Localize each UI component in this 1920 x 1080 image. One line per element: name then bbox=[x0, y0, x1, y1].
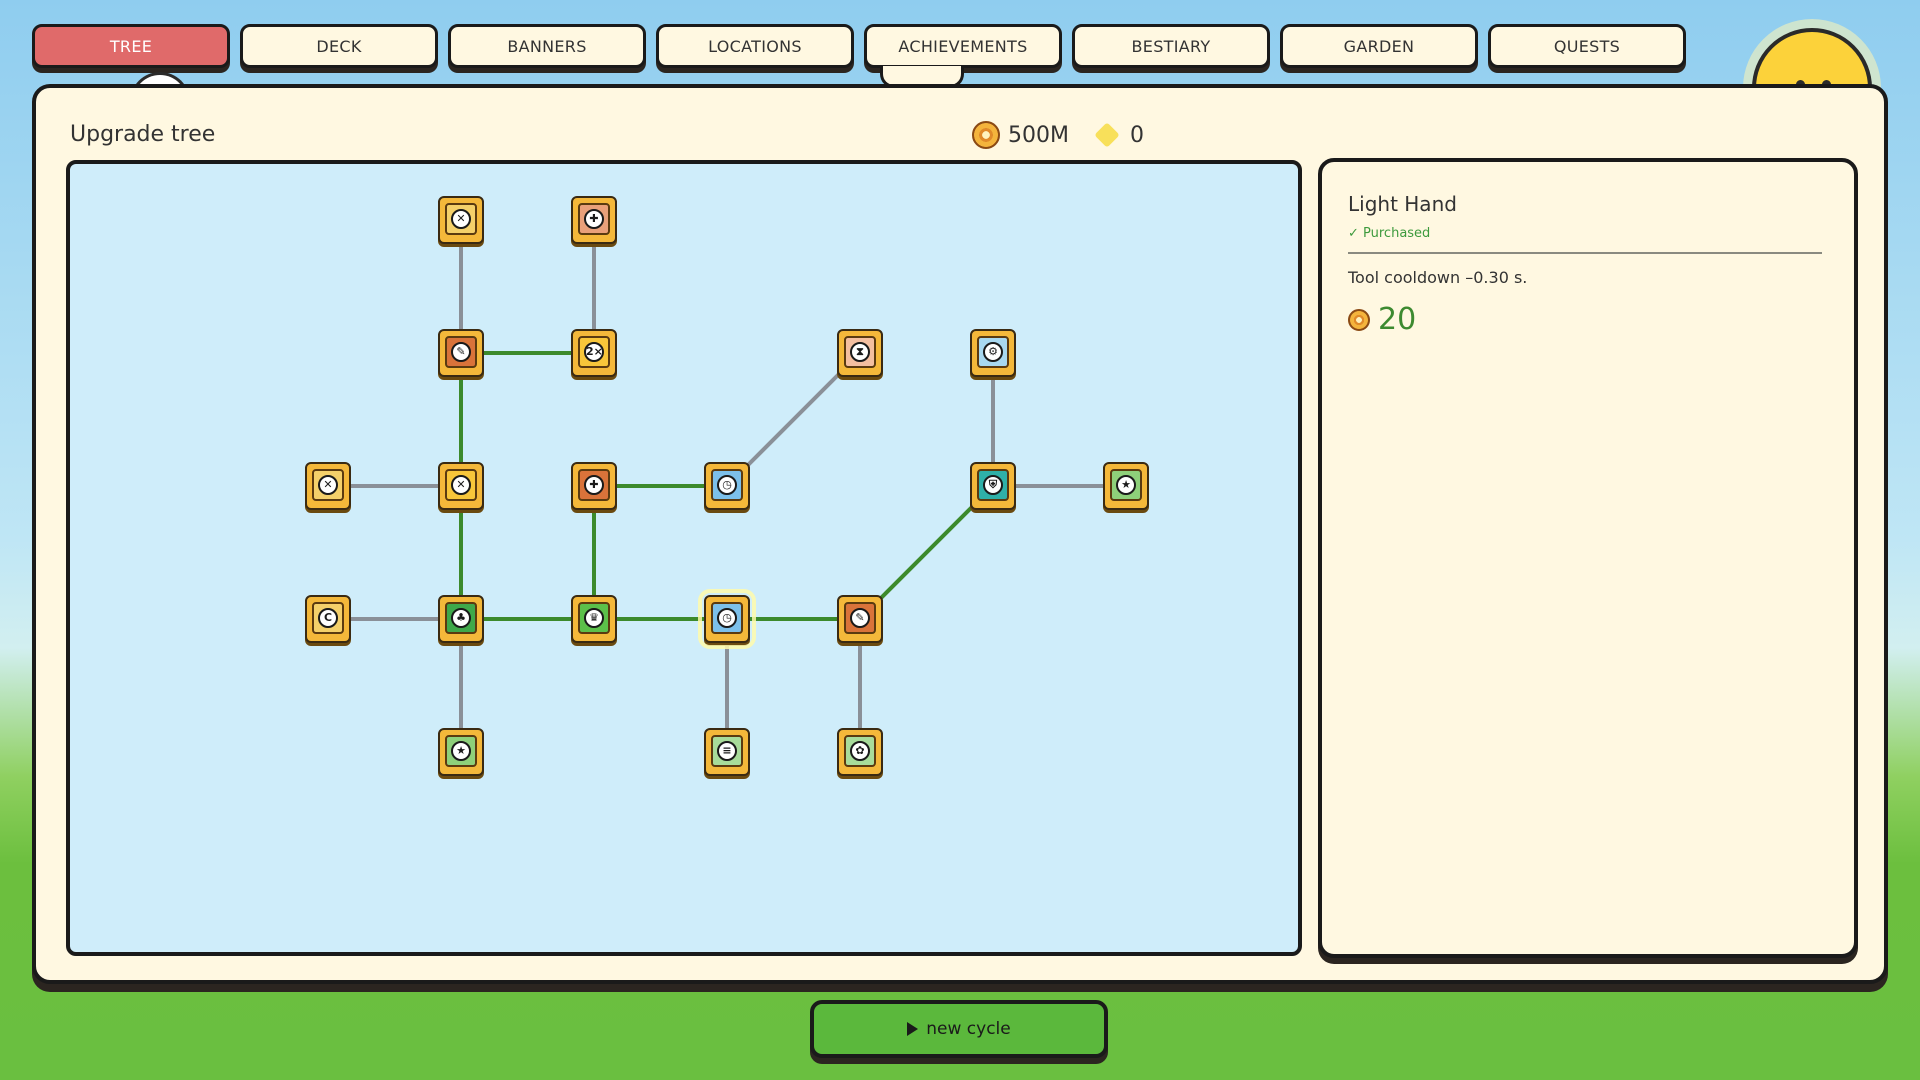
upgrade-node-b2[interactable]: 2× bbox=[571, 329, 617, 377]
pen-icon: ✎ bbox=[451, 342, 471, 362]
coin-icon bbox=[972, 121, 1000, 149]
upgrade-node-d4[interactable]: ◷ bbox=[698, 589, 756, 649]
upgrade-node-face: ⧗ bbox=[844, 336, 876, 368]
page-title: Upgrade tree bbox=[70, 122, 216, 147]
upgrade-name: Light Hand bbox=[1348, 192, 1457, 216]
pen-icon: ✎ bbox=[850, 608, 870, 628]
tab-bestiary[interactable]: BESTIARY bbox=[1072, 24, 1270, 68]
upgrade-description: Tool cooldown –0.30 s. bbox=[1348, 268, 1528, 287]
upgrade-node-c5[interactable]: ⛨ bbox=[970, 462, 1016, 510]
tab-banners[interactable]: BANNERS bbox=[448, 24, 646, 68]
upgrade-node-face: ✎ bbox=[445, 336, 477, 368]
tree-icon: ♣ bbox=[451, 608, 471, 628]
tab-tree[interactable]: TREE bbox=[32, 24, 230, 68]
coin-icon: C bbox=[318, 608, 338, 628]
upgrade-node-face: ✚ bbox=[578, 469, 610, 501]
gamepad-icon: ✚ bbox=[584, 475, 604, 495]
upgrade-node-face: ♛ bbox=[578, 602, 610, 634]
upgrade-node-face: ⛨ bbox=[977, 469, 1009, 501]
upgrade-node-face: ✿ bbox=[844, 735, 876, 767]
upgrade-detail-panel: Light Hand ✓ Purchased Tool cooldown –0.… bbox=[1318, 158, 1858, 958]
divider bbox=[1348, 252, 1822, 254]
shield-icon: ⛨ bbox=[983, 475, 1003, 495]
coin-icon bbox=[1348, 308, 1370, 331]
upgrade-node-e2[interactable]: ≡ bbox=[704, 728, 750, 776]
upgrade-node-face: ≡ bbox=[711, 735, 743, 767]
star-icon: ★ bbox=[451, 741, 471, 761]
upgrade-node-d2[interactable]: ♣ bbox=[438, 595, 484, 643]
tab-locations[interactable]: LOCATIONS bbox=[656, 24, 854, 68]
upgrade-node-d3[interactable]: ♛ bbox=[571, 595, 617, 643]
upgrade-node-face: ✕ bbox=[445, 203, 477, 235]
upgrade-tree-canvas: ✕ ✚ ✎ 2× ⧗ ⚙ ✕ ✕ ✚ ◷ ⛨ ★ C ♣ ♛ ◷ ✎ ★ ≡ ✿ bbox=[66, 160, 1302, 956]
upgrade-node-face: ✎ bbox=[844, 602, 876, 634]
upgrade-node-b1[interactable]: ✎ bbox=[438, 329, 484, 377]
upgrade-node-b3[interactable]: ⧗ bbox=[837, 329, 883, 377]
gem-icon bbox=[1094, 122, 1120, 148]
upgrade-node-face: ⚙ bbox=[977, 336, 1009, 368]
upgrade-node-face: ✕ bbox=[312, 469, 344, 501]
coin-amount: 500M bbox=[1008, 122, 1069, 148]
sword-icon: ✕ bbox=[451, 475, 471, 495]
gear-icon: ⚙ bbox=[983, 342, 1003, 362]
upgrade-node-face: ✚ bbox=[578, 203, 610, 235]
upgrade-node-d5[interactable]: ✎ bbox=[837, 595, 883, 643]
upgrade-node-c2[interactable]: ✕ bbox=[438, 462, 484, 510]
bin-icon: ≡ bbox=[717, 741, 737, 761]
upgrade-node-face: ◷ bbox=[711, 469, 743, 501]
coin-counter: 500M bbox=[972, 118, 1069, 152]
upgrade-node-e1[interactable]: ★ bbox=[438, 728, 484, 776]
cross-icon: ✕ bbox=[318, 475, 338, 495]
hourglass-icon: ⧗ bbox=[850, 342, 870, 362]
upgrade-node-face: ✕ bbox=[445, 469, 477, 501]
tulip-icon: ✿ bbox=[850, 741, 870, 761]
upgrade-node-face: ★ bbox=[445, 735, 477, 767]
clock-icon: ◷ bbox=[717, 608, 737, 628]
tree-links bbox=[328, 220, 1126, 752]
upgrade-node-c1[interactable]: ✕ bbox=[305, 462, 351, 510]
upgrade-node-a1[interactable]: ✕ bbox=[438, 196, 484, 244]
upgrade-node-c6[interactable]: ★ bbox=[1103, 462, 1149, 510]
tab-achievements[interactable]: ACHIEVEMENTS bbox=[864, 24, 1062, 68]
sword-icon: ✕ bbox=[451, 209, 471, 229]
tab-quests[interactable]: QUESTS bbox=[1488, 24, 1686, 68]
crown-icon: ♛ bbox=[584, 608, 604, 628]
upgrade-node-face: 2× bbox=[578, 336, 610, 368]
upgrade-node-face: C bbox=[312, 602, 344, 634]
new-cycle-button[interactable]: new cycle bbox=[810, 1000, 1108, 1058]
upgrade-node-a2[interactable]: ✚ bbox=[571, 196, 617, 244]
tab-deck[interactable]: DECK bbox=[240, 24, 438, 68]
upgrade-node-b4[interactable]: ⚙ bbox=[970, 329, 1016, 377]
purchase-status: ✓ Purchased bbox=[1348, 226, 1431, 241]
clock-icon: ◷ bbox=[717, 475, 737, 495]
play-icon bbox=[907, 1022, 919, 1036]
main-panel: Upgrade tree 500M 0 ✕ ✚ ✎ 2× ⧗ ⚙ ✕ ✕ ✚ ◷ ⛨ ★ C ♣ ♛ ◷ ✎ ★ ≡… bbox=[32, 84, 1888, 984]
star-icon: ★ bbox=[1116, 475, 1136, 495]
gamepad-icon: ✚ bbox=[584, 209, 604, 229]
upgrade-cost: 20 bbox=[1348, 302, 1416, 337]
double-icon: 2× bbox=[584, 342, 604, 362]
tab-garden[interactable]: GARDEN bbox=[1280, 24, 1478, 68]
new-cycle-label: new cycle bbox=[926, 1019, 1011, 1039]
upgrade-node-face: ★ bbox=[1110, 469, 1142, 501]
upgrade-node-e3[interactable]: ✿ bbox=[837, 728, 883, 776]
upgrade-cost-value: 20 bbox=[1378, 302, 1417, 337]
gem-amount: 0 bbox=[1130, 122, 1144, 148]
upgrade-node-d1[interactable]: C bbox=[305, 595, 351, 643]
upgrade-node-face: ♣ bbox=[445, 602, 477, 634]
gem-counter: 0 bbox=[1094, 118, 1144, 152]
upgrade-node-face: ◷ bbox=[711, 602, 743, 634]
upgrade-node-c3[interactable]: ✚ bbox=[571, 462, 617, 510]
upgrade-node-c4[interactable]: ◷ bbox=[704, 462, 750, 510]
